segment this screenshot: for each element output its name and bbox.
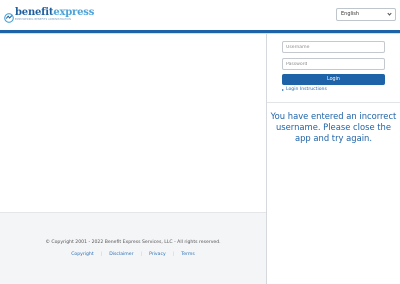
username-input[interactable] xyxy=(282,41,385,53)
footer-links: Copyright | Disclaimer | Privacy | Terms xyxy=(0,252,266,257)
logo-text: benefitexpress xyxy=(15,7,95,18)
logo-tagline: EMPOWERING BENEFITS ADMINISTRATION xyxy=(15,18,72,21)
login-instructions-label: Login Instructions xyxy=(286,87,327,92)
chevron-down-icon xyxy=(387,11,392,16)
footer-link-privacy[interactable]: Privacy xyxy=(142,252,173,257)
login-page: benefitexpress EMPOWERING BENEFITS ADMIN… xyxy=(0,0,400,284)
language-selected: English xyxy=(341,11,360,17)
footer: © Copyright 2001 - 2022 Benefit Express … xyxy=(0,212,266,284)
header: benefitexpress EMPOWERING BENEFITS ADMIN… xyxy=(0,0,400,30)
footer-link-terms[interactable]: Terms xyxy=(174,252,202,257)
footer-link-disclaimer[interactable]: Disclaimer xyxy=(102,252,140,257)
login-button[interactable]: Login xyxy=(282,74,385,85)
caret-right-icon xyxy=(282,88,284,91)
logo: benefitexpress EMPOWERING BENEFITS ADMIN… xyxy=(4,7,95,23)
footer-link-copyright[interactable]: Copyright xyxy=(64,252,100,257)
logo-mark-icon xyxy=(4,8,14,23)
password-input[interactable] xyxy=(282,58,385,70)
login-instructions-link[interactable]: Login Instructions xyxy=(282,87,327,92)
panel-separator xyxy=(267,102,400,103)
language-select[interactable]: English xyxy=(336,8,396,21)
error-message: You have entered an incorrect username. … xyxy=(270,111,397,143)
login-panel: Login Login Instructions You have entere… xyxy=(267,34,400,284)
copyright-text: © Copyright 2001 - 2022 Benefit Express … xyxy=(45,240,221,245)
